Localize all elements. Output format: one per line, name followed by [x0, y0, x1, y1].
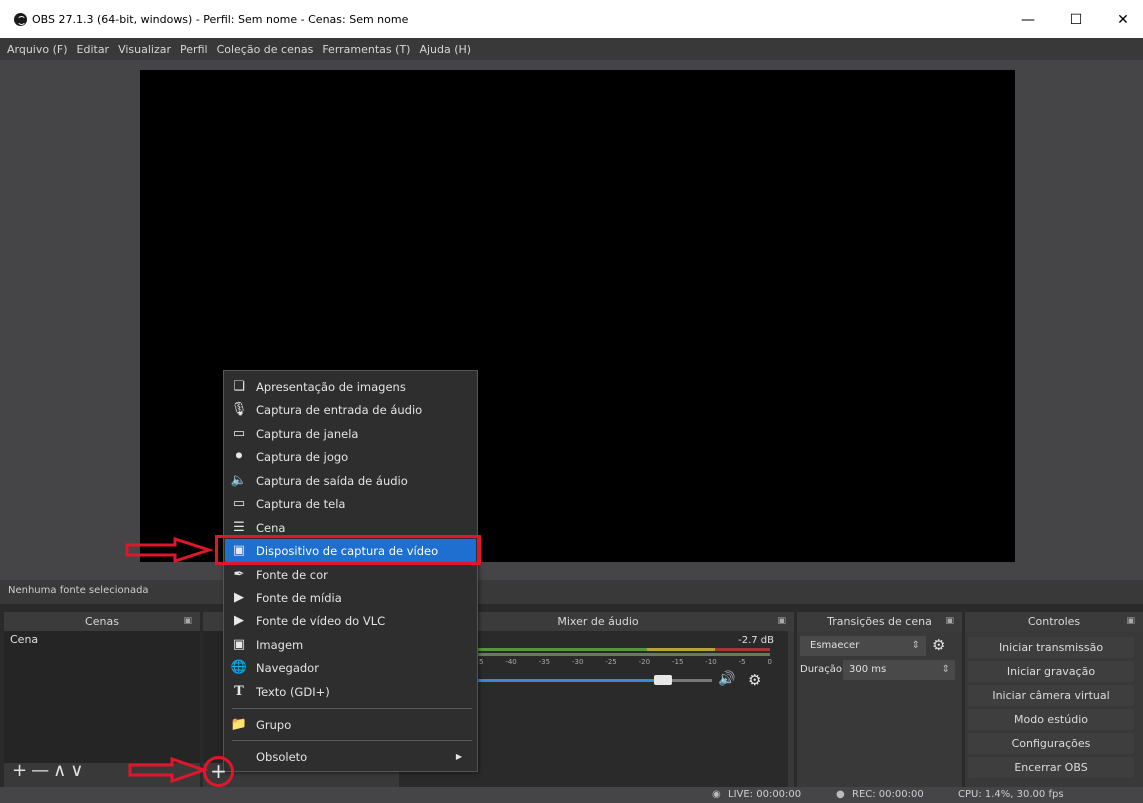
slideshow-icon: ❏ [233, 379, 245, 394]
play-icon: ▶ [234, 613, 244, 628]
studio-mode-button[interactable]: Modo estúdio [968, 709, 1134, 730]
text-icon: T [234, 684, 244, 699]
scenes-list: Cena [4, 631, 200, 763]
title-bar: OBS 27.1.3 (64-bit, windows) - Perfil: S… [0, 0, 1143, 38]
source-toolbar: Nenhuma fonte selecionada [0, 580, 1143, 604]
transition-select[interactable]: Esmaecer ⇕ [800, 636, 926, 656]
menu-separator [232, 740, 472, 741]
gamepad-icon: ⚫ [233, 449, 245, 464]
start-virtual-camera-button[interactable]: Iniciar câmera virtual [968, 685, 1134, 706]
submenu-arrow-icon: ▶ [455, 752, 462, 761]
meter-red [715, 648, 770, 651]
menu-item-text-gdi[interactable]: T Texto (GDI+) [225, 680, 476, 703]
scene-item[interactable]: Cena [10, 633, 38, 646]
menu-separator [232, 708, 472, 709]
exit-button[interactable]: Encerrar OBS [968, 757, 1134, 778]
menu-item-window-capture[interactable]: ▭ Captura de janela [225, 422, 476, 445]
menu-bar: Arquivo (F) Editar Visualizar Perfil Col… [0, 38, 1143, 60]
no-source-label: Nenhuma fonte selecionada [8, 585, 149, 596]
rec-icon: ● [836, 789, 845, 800]
remove-scene-icon[interactable]: — [31, 760, 53, 781]
menu-item-vlc-video-source[interactable]: ▶ Fonte de vídeo do VLC [225, 609, 476, 632]
duration-label: Duração [800, 664, 843, 675]
start-streaming-button[interactable]: Iniciar transmissão [968, 637, 1134, 658]
transition-settings-icon[interactable]: ⚙ [932, 636, 945, 654]
menu-item-browser[interactable]: 🌐 Navegador [225, 656, 476, 679]
add-source-button[interactable]: + [203, 756, 234, 787]
menu-item-color-source[interactable]: ✒ Fonte de cor [225, 563, 476, 586]
transitions-dock: Transições de cena ▣ Esmaecer ⇕ ⚙ Duração … [797, 612, 962, 787]
menu-ferramentas[interactable]: Ferramentas (T) [322, 43, 410, 56]
menu-item-audio-input-capture[interactable]: 🎙 Captura de entrada de áudio [225, 398, 476, 421]
move-up-icon[interactable]: ∧ [53, 760, 70, 781]
speaker-icon[interactable]: 🔊 [718, 671, 735, 687]
window-icon: ▭ [232, 426, 246, 441]
close-button[interactable]: ✕ [1100, 6, 1143, 34]
minimize-button[interactable]: — [1005, 6, 1051, 34]
menu-editar[interactable]: Editar [77, 43, 110, 56]
rec-time: REC: 00:00:00 [852, 789, 924, 800]
live-icon: ◉ [712, 789, 721, 800]
window-title: OBS 27.1.3 (64-bit, windows) - Perfil: S… [32, 13, 409, 26]
menu-arquivo[interactable]: Arquivo (F) [7, 43, 68, 56]
red-arrow-icon [125, 537, 213, 563]
folder-icon: 📁 [230, 717, 248, 732]
volume-slider-handle[interactable] [654, 675, 672, 685]
menu-item-game-capture[interactable]: ⚫ Captura de jogo [225, 445, 476, 468]
select-arrow-icon: ⇕ [911, 640, 920, 651]
microphone-icon: 🎙 [230, 402, 248, 417]
menu-ajuda[interactable]: Ajuda (H) [419, 43, 471, 56]
highlight-box [215, 535, 481, 565]
obs-logo-icon [14, 13, 27, 26]
scene-controls: +—∧∨ [12, 760, 87, 781]
globe-icon: 🌐 [230, 660, 248, 675]
mixer-level: -2.7 dB [738, 635, 774, 646]
menu-item-media-source[interactable]: ▶ Fonte de mídia [225, 586, 476, 609]
image-icon: ▣ [232, 637, 246, 652]
menu-item-deprecated[interactable]: Obsoleto ▶ [225, 745, 476, 768]
settings-button[interactable]: Configurações [968, 733, 1134, 754]
duration-input[interactable]: 300 ms ⇕ [843, 660, 955, 680]
spin-icon[interactable]: ⇕ [942, 660, 950, 680]
status-bar: ◉ LIVE: 00:00:00 ● REC: 00:00:00 CPU: 1.… [0, 787, 1143, 803]
menu-item-audio-output-capture[interactable]: 🔈 Captura de saída de áudio [225, 469, 476, 492]
add-scene-icon[interactable]: + [12, 760, 31, 781]
blank-icon [230, 749, 248, 765]
brush-icon: ✒ [233, 567, 245, 582]
cpu-status: CPU: 1.4%, 30.00 fps [958, 789, 1064, 800]
add-source-menu: ❏ Apresentação de imagens 🎙 Captura de ent… [223, 370, 478, 772]
start-recording-button[interactable]: Iniciar gravação [968, 661, 1134, 682]
volume-slider-track [672, 679, 712, 682]
controls-header: Controles ▣ [965, 612, 1143, 631]
menu-colecao-de-cenas[interactable]: Coleção de cenas [217, 43, 314, 56]
red-arrow-icon [128, 757, 208, 783]
menu-item-display-capture[interactable]: ▭ Captura de tela [225, 492, 476, 515]
menu-item-group[interactable]: 📁 Grupo [225, 713, 476, 736]
transitions-header: Transições de cena ▣ [797, 612, 962, 631]
play-icon: ▶ [234, 590, 244, 605]
gear-icon[interactable]: ⚙ [748, 671, 761, 689]
maximize-button[interactable]: ☐ [1053, 6, 1099, 34]
speaker-icon: 🔈 [230, 473, 248, 488]
move-down-icon[interactable]: ∨ [70, 760, 87, 781]
meter-ticks: -45-40-35-30-25-20-15-10-50 [472, 658, 772, 666]
meter-yellow [647, 648, 715, 651]
menu-perfil[interactable]: Perfil [180, 43, 208, 56]
monitor-icon: ▭ [232, 496, 246, 511]
scenes-header: Cenas ▣ [4, 612, 200, 631]
live-time: LIVE: 00:00:00 [728, 789, 802, 800]
menu-visualizar[interactable]: Visualizar [118, 43, 171, 56]
menu-item-image-slideshow[interactable]: ❏ Apresentação de imagens [225, 375, 476, 398]
list-icon: ☰ [233, 520, 245, 535]
menu-item-image[interactable]: ▣ Imagem [225, 633, 476, 656]
